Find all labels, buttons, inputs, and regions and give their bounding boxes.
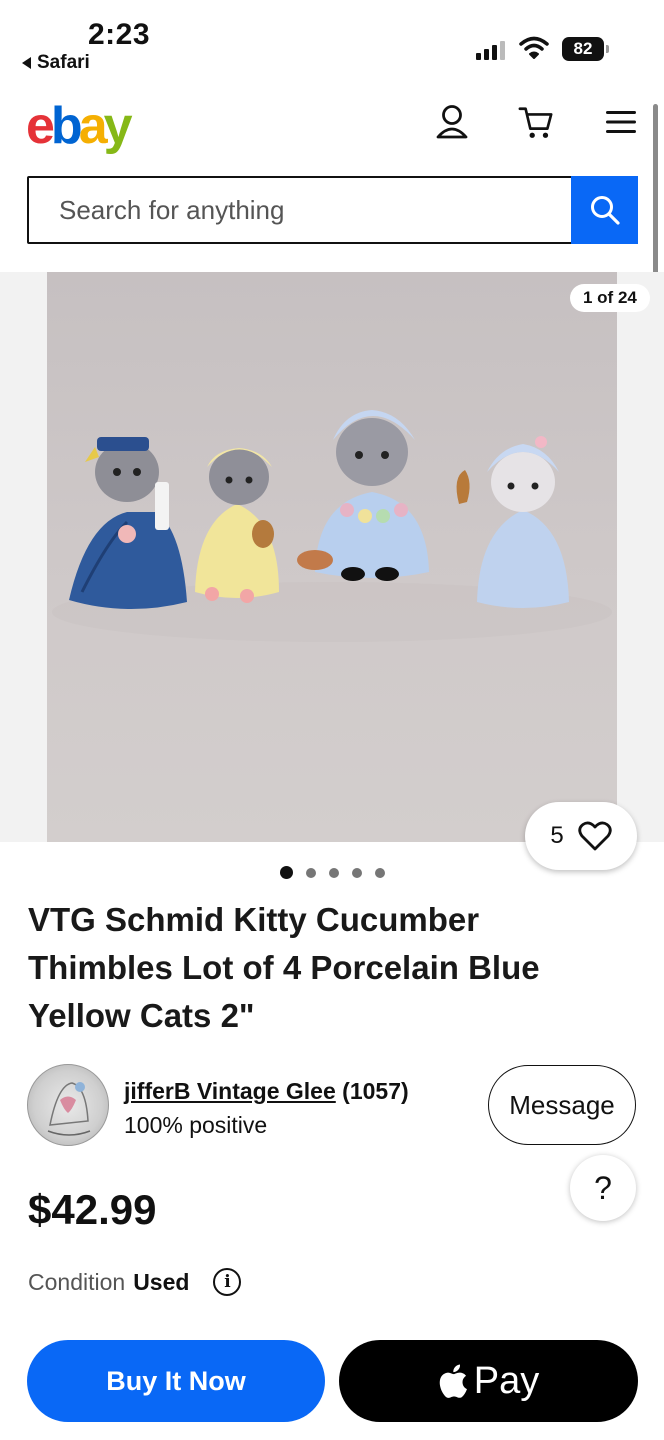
pagination-dot[interactable]	[352, 867, 362, 878]
cart-icon[interactable]	[518, 104, 554, 140]
seller-avatar[interactable]	[27, 1064, 109, 1146]
apple-logo-icon	[439, 1364, 467, 1398]
search-input[interactable]	[29, 178, 571, 242]
search-bar	[27, 176, 638, 244]
battery-indicator: 82	[562, 37, 609, 61]
gallery-pagination-dots[interactable]	[280, 866, 385, 879]
account-icon[interactable]	[434, 104, 470, 140]
heart-icon	[578, 821, 612, 851]
condition-value: Used	[133, 1268, 190, 1295]
pagination-dot[interactable]	[306, 867, 316, 878]
apple-pay-button[interactable]: Pay	[339, 1340, 638, 1422]
pagination-dot[interactable]	[280, 866, 293, 879]
page-scrollbar[interactable]	[653, 104, 658, 286]
back-app-label: Safari	[37, 52, 90, 73]
watch-count: 5	[550, 822, 564, 849]
message-seller-button[interactable]: Message	[488, 1065, 636, 1145]
buy-it-now-button[interactable]: Buy It Now	[27, 1340, 325, 1422]
cellular-signal-icon	[476, 40, 505, 60]
pagination-dot[interactable]	[329, 867, 339, 878]
listing-title: VTG Schmid Kitty Cucumber Thimbles Lot o…	[28, 901, 540, 1034]
cat-figurines-image	[52, 410, 612, 642]
pagination-dot[interactable]	[375, 867, 385, 878]
image-counter-badge: 1 of 24	[570, 284, 650, 312]
back-to-app-link[interactable]: Safari	[22, 52, 90, 74]
info-icon[interactable]: i	[213, 1268, 242, 1296]
ebay-logo[interactable]: ebay	[26, 96, 133, 156]
condition-label: Condition	[28, 1268, 126, 1295]
status-time: 2:23	[88, 18, 151, 51]
watch-button[interactable]: 5	[525, 802, 637, 870]
product-photo[interactable]	[47, 272, 617, 842]
menu-icon[interactable]	[603, 104, 639, 140]
status-bar: 2:23 Safari 82	[0, 0, 664, 84]
seller-name: jifferB Vintage Glee (1057)	[124, 1078, 409, 1105]
search-button[interactable]	[571, 176, 638, 244]
pay-label: Pay	[473, 1359, 540, 1402]
seller-profile-link[interactable]: jifferB Vintage Glee	[124, 1078, 336, 1104]
seller-feedback-score: (1057)	[342, 1078, 409, 1104]
search-icon	[590, 196, 620, 225]
seller-positive-feedback: 100% positive	[124, 1112, 268, 1138]
help-button[interactable]: ?	[570, 1155, 636, 1221]
wifi-icon	[519, 36, 549, 65]
back-arrow-icon	[22, 57, 31, 69]
condition-row: Condition Used i	[28, 1268, 242, 1296]
item-price: $42.99	[28, 1186, 157, 1233]
image-gallery[interactable]	[0, 272, 664, 842]
